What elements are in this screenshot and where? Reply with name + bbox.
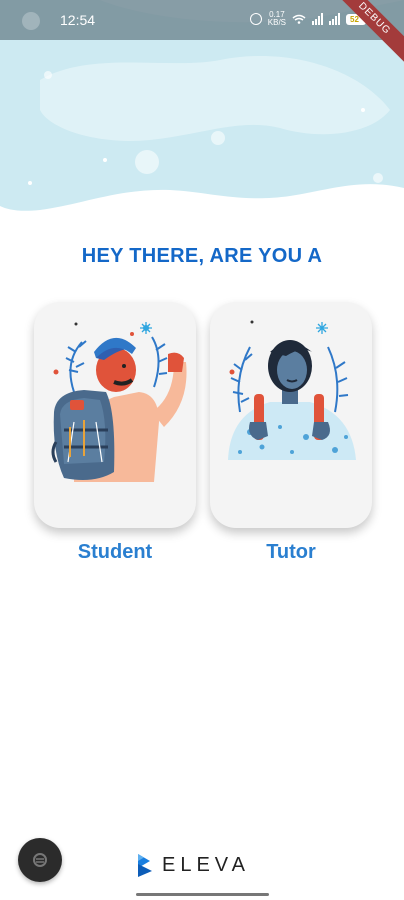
student-label[interactable]: Student bbox=[34, 541, 196, 564]
student-hiker-illustration bbox=[51, 322, 187, 482]
wifi-icon bbox=[292, 14, 306, 24]
network-speed: 0.17 KB/S bbox=[267, 10, 286, 27]
eleva-logo-icon bbox=[138, 854, 152, 877]
status-icons: 0.17 KB/S 52 bbox=[249, 10, 366, 27]
status-time: 12:54 bbox=[60, 12, 96, 28]
floating-assist-button[interactable] bbox=[18, 838, 62, 882]
signal-icon-2 bbox=[329, 13, 340, 25]
assistive-touch-icon bbox=[33, 853, 47, 867]
brand-logo: ELEVA bbox=[136, 852, 250, 878]
page-heading: HEY THERE, ARE YOU A bbox=[81, 245, 323, 267]
student-card[interactable] bbox=[34, 302, 196, 528]
alarm-icon bbox=[249, 13, 262, 25]
tutor-card[interactable] bbox=[210, 302, 372, 528]
tutor-label[interactable]: Tutor bbox=[210, 541, 372, 564]
notification-dot-icon bbox=[22, 12, 40, 30]
tutor-illustration bbox=[228, 320, 356, 460]
home-indicator[interactable] bbox=[136, 893, 269, 896]
brand-name: ELEVA bbox=[162, 853, 250, 876]
signal-icon bbox=[312, 13, 323, 25]
status-bar: 12:54 0.17 KB/S 52 DEBUG bbox=[0, 0, 404, 68]
